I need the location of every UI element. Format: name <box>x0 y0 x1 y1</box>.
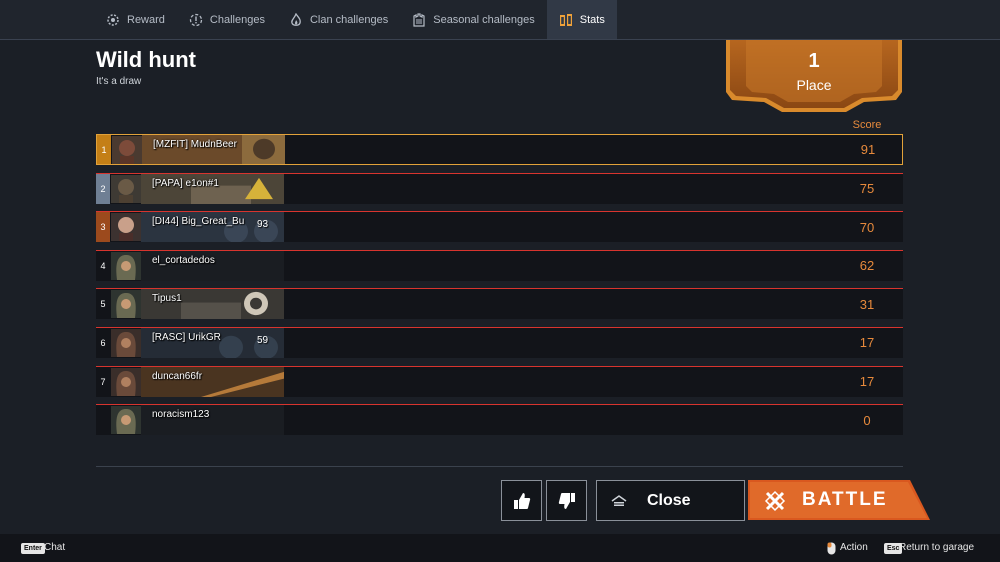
player-score: 62 <box>859 258 875 274</box>
challenges-icon <box>189 13 203 27</box>
player-level: 93 <box>257 219 269 231</box>
rank-badge: 4 <box>100 260 106 271</box>
rank-badge: 5 <box>100 299 106 310</box>
player-name: [DI44] Big_Great_Bu <box>152 216 245 228</box>
player-name: [PAPA] e1on#1 <box>152 177 219 189</box>
hotkey-bar: Enter Chat Action Esc Return to garage <box>0 534 1000 562</box>
tab-bar: Reward Challenges Clan challenges Season… <box>0 0 1000 40</box>
rank-badge: 2 <box>96 173 110 204</box>
table-row[interactable]: 5 Tipus1 31 <box>96 288 903 320</box>
tab-stats[interactable]: Stats <box>546 0 617 39</box>
table-row[interactable]: 6 [RASC] UrikGR 59 17 <box>96 326 903 358</box>
page-title: Wild hunt <box>96 47 196 72</box>
chat-hint[interactable]: Chat <box>44 542 65 553</box>
like-button[interactable] <box>501 480 542 521</box>
place-banner: 1 Place <box>726 40 902 130</box>
player-avatar <box>111 406 141 435</box>
scoreboard: 1 [MZFIT] MudnBeer 91 2 [PAPA] e1on#1 75… <box>96 134 903 443</box>
tab-label: Stats <box>579 13 605 26</box>
place-label: Place <box>796 77 832 93</box>
table-row[interactable]: 3 [DI44] Big_Great_Bu 93 70 <box>96 211 903 243</box>
player-avatar <box>111 367 141 396</box>
match-result: It's a draw <box>96 76 142 87</box>
dislike-button[interactable] <box>546 480 587 521</box>
player-score: 75 <box>859 181 875 197</box>
tab-label: Clan challenges <box>309 13 389 26</box>
player-avatar <box>112 136 142 164</box>
score-column-header: Score <box>852 119 882 131</box>
player-name: el_cortadedos <box>152 254 215 266</box>
close-label: Close <box>647 491 691 509</box>
rank-badge: 3 <box>96 212 110 243</box>
player-score: 17 <box>859 335 875 351</box>
rank-badge <box>96 405 110 435</box>
player-name: noracism123 <box>152 409 210 421</box>
rank-badge: 1 <box>97 135 111 164</box>
crossed-swords-icon <box>764 490 786 512</box>
stats-icon <box>559 13 573 27</box>
player-score: 70 <box>859 219 875 235</box>
action-hint[interactable]: Action <box>840 542 868 553</box>
tab-label: Challenges <box>209 13 265 26</box>
table-row[interactable]: 2 [PAPA] e1on#1 75 <box>96 172 903 204</box>
tab-reward[interactable]: Reward <box>94 0 177 39</box>
tab-clan-challenges[interactable]: Clan challenges <box>277 0 400 39</box>
table-row[interactable]: 1 [MZFIT] MudnBeer 91 <box>96 134 903 165</box>
player-score: 0 <box>863 412 871 428</box>
mouse-icon <box>827 542 836 555</box>
player-avatar <box>111 328 141 357</box>
return-hint[interactable]: Return to garage <box>899 542 974 553</box>
enter-key: Enter <box>21 543 45 554</box>
tab-challenges[interactable]: Challenges <box>177 0 277 39</box>
table-row[interactable]: noracism123 0 <box>96 404 903 436</box>
player-avatar <box>111 251 141 280</box>
player-avatar <box>111 213 141 242</box>
garage-icon <box>611 494 627 506</box>
player-avatar <box>111 174 141 203</box>
flame-icon <box>289 12 303 27</box>
player-avatar <box>111 290 141 319</box>
tab-seasonal-challenges[interactable]: Seasonal challenges <box>400 0 547 39</box>
gear-icon <box>106 13 120 27</box>
divider <box>96 466 903 467</box>
battle-label: BATTLE <box>802 489 888 510</box>
thumbs-up-icon <box>513 492 530 509</box>
castle-icon <box>412 12 426 27</box>
player-score: 17 <box>859 374 875 390</box>
player-level: 59 <box>257 334 269 346</box>
player-name: duncan66fr <box>152 370 203 382</box>
player-score: 31 <box>859 296 875 312</box>
rank-badge: 7 <box>100 376 106 387</box>
battle-button[interactable]: BATTLE <box>748 480 931 521</box>
place-number: 1 <box>808 50 820 72</box>
thumbs-down-icon <box>558 492 575 509</box>
player-score: 91 <box>860 142 876 157</box>
player-name: Tipus1 <box>152 293 182 305</box>
table-row[interactable]: 7 duncan66fr 17 <box>96 365 903 397</box>
tab-label: Reward <box>127 13 165 26</box>
tab-label: Seasonal challenges <box>433 13 535 26</box>
rank-badge: 6 <box>100 337 106 348</box>
player-name: [RASC] UrikGR <box>152 331 221 343</box>
table-row[interactable]: 4 el_cortadedos 62 <box>96 249 903 281</box>
player-name: [MZFIT] MudnBeer <box>153 139 237 150</box>
close-button[interactable]: Close <box>596 480 745 521</box>
